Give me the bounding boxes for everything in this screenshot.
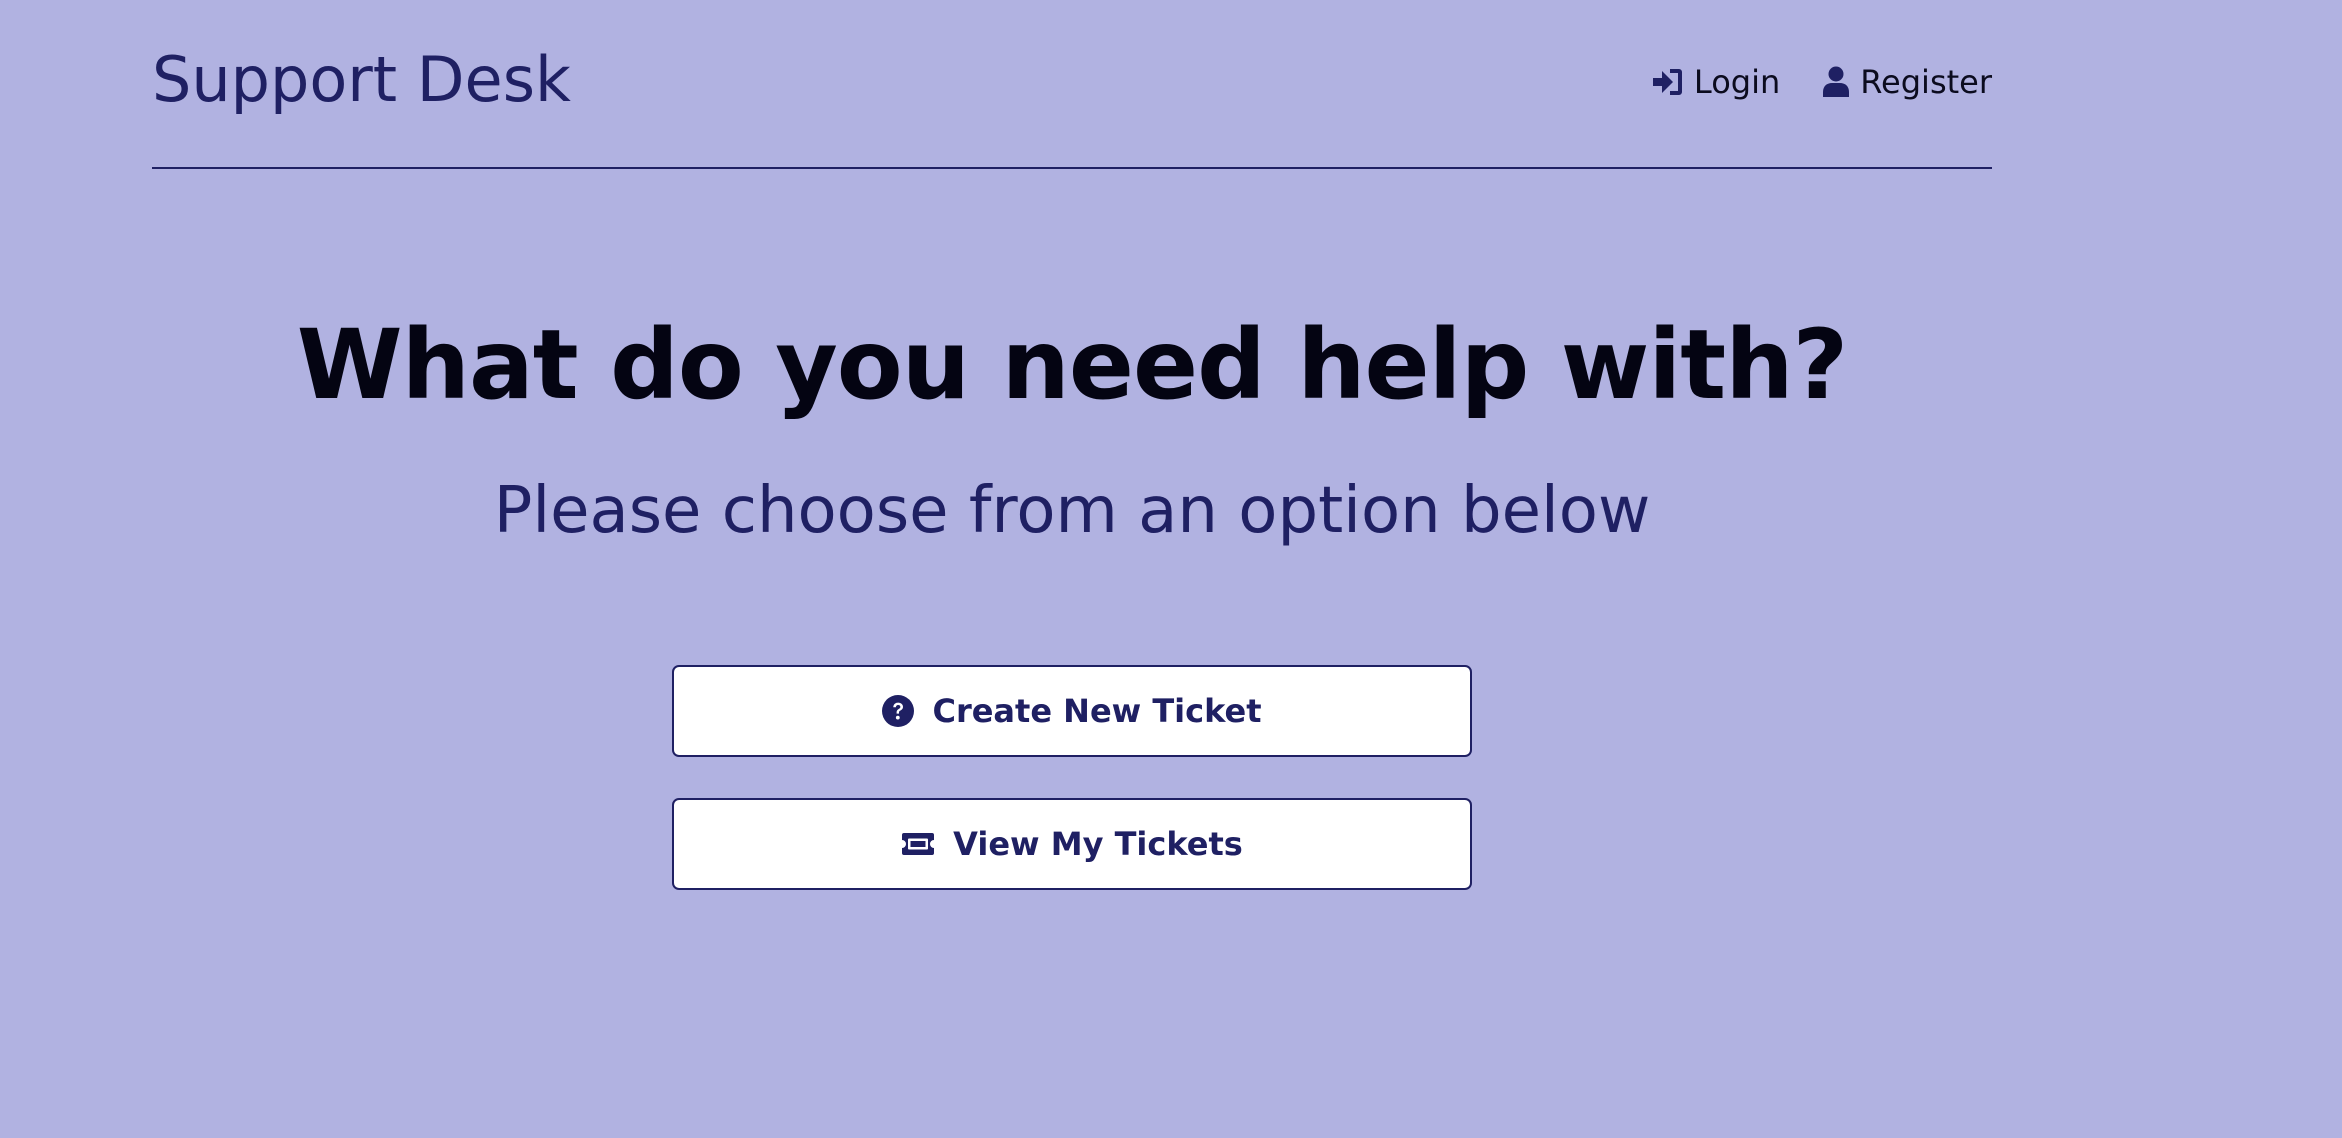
view-my-tickets-button[interactable]: View My Tickets [672, 798, 1472, 890]
page: Support Desk Login Register What do you … [0, 0, 2342, 1138]
logo-link[interactable]: Support Desk [152, 40, 571, 120]
user-icon [1822, 66, 1850, 98]
question-circle-icon [882, 695, 915, 727]
create-new-ticket-label: Create New Ticket [932, 692, 1262, 730]
login-link[interactable]: Login [1650, 58, 1780, 106]
hero-title: What do you need help with? [296, 309, 1848, 421]
view-my-tickets-label: View My Tickets [953, 825, 1243, 863]
login-label: Login [1693, 63, 1781, 101]
site-header: Support Desk Login Register [152, 0, 1992, 169]
register-label: Register [1860, 63, 1992, 101]
ticket-icon [901, 832, 935, 856]
header-nav: Login Register [1650, 58, 1992, 106]
create-new-ticket-button[interactable]: Create New Ticket [672, 665, 1472, 757]
sign-in-icon [1650, 67, 1684, 97]
hero-subtitle: Please choose from an option below [493, 474, 1651, 548]
register-link[interactable]: Register [1822, 58, 1992, 106]
